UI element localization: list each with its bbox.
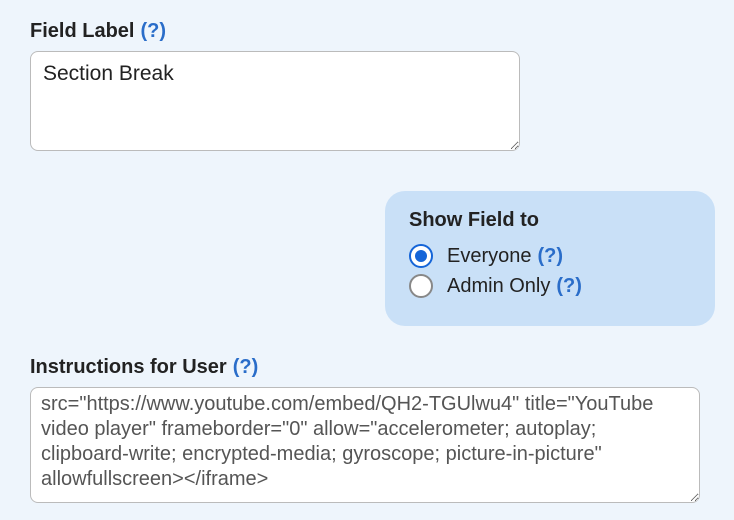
show-field-title: Show Field to xyxy=(409,209,691,232)
instructions-label-row: Instructions for User (?) xyxy=(30,356,704,379)
field-label-help-icon[interactable]: (?) xyxy=(140,20,166,43)
radio-admin-only-label: Admin Only (?) xyxy=(447,275,582,298)
radio-admin-only-text: Admin Only xyxy=(447,275,550,298)
field-label-input[interactable] xyxy=(30,51,520,151)
field-label-row: Field Label (?) xyxy=(30,20,704,43)
instructions-group: Instructions for User (?) xyxy=(30,356,704,508)
radio-row-admin-only: Admin Only (?) xyxy=(409,274,691,298)
radio-everyone-label: Everyone (?) xyxy=(447,245,563,268)
instructions-help-icon[interactable]: (?) xyxy=(233,356,259,379)
instructions-input[interactable] xyxy=(30,387,700,503)
radio-admin-only-help-icon[interactable]: (?) xyxy=(556,275,582,298)
radio-everyone-text: Everyone xyxy=(447,245,532,268)
instructions-title: Instructions for User xyxy=(30,356,227,379)
radio-everyone-help-icon[interactable]: (?) xyxy=(538,245,564,268)
radio-everyone[interactable] xyxy=(409,244,433,268)
show-field-panel: Show Field to Everyone (?) Admin Only (?… xyxy=(385,191,715,326)
radio-admin-only[interactable] xyxy=(409,274,433,298)
field-label-title: Field Label xyxy=(30,20,134,43)
radio-row-everyone: Everyone (?) xyxy=(409,244,691,268)
field-label-group: Field Label (?) xyxy=(30,20,704,156)
